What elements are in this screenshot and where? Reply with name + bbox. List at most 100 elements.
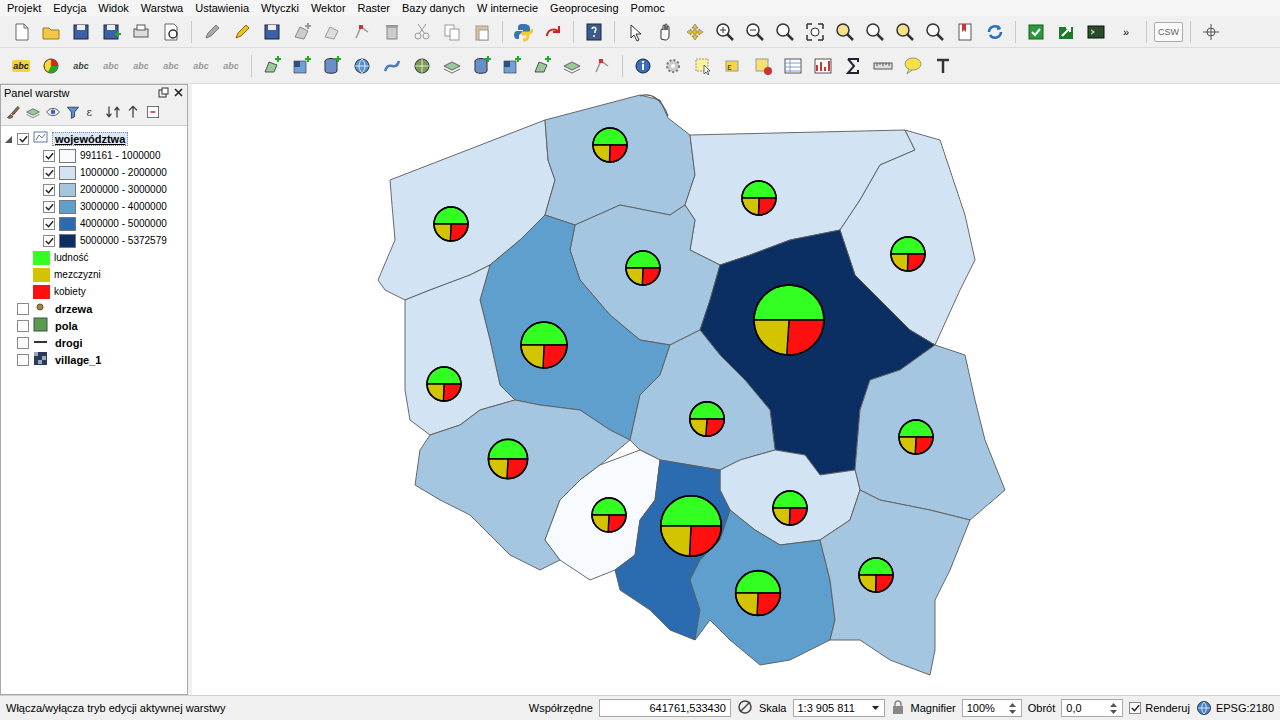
map-tips-button[interactable] bbox=[900, 53, 926, 79]
composer-manager-button[interactable] bbox=[158, 19, 184, 45]
new-scratch-button[interactable] bbox=[559, 53, 585, 79]
legend-row[interactable]: 4000000 - 5000000 bbox=[3, 215, 185, 232]
layer-name[interactable]: village_1 bbox=[52, 353, 104, 367]
menu-item[interactable]: Raster bbox=[352, 1, 396, 15]
add-feature-button[interactable] bbox=[289, 19, 315, 45]
legend-row[interactable]: 991161 - 1000000 bbox=[3, 147, 185, 164]
paste-features-button[interactable] bbox=[469, 19, 495, 45]
text-annotation-button[interactable] bbox=[930, 53, 956, 79]
zoom-in-button[interactable] bbox=[712, 19, 738, 45]
voivodeship[interactable] bbox=[820, 490, 970, 675]
add-spatialite-button[interactable] bbox=[469, 53, 495, 79]
magnifier-spinbox[interactable]: 100% bbox=[962, 699, 1022, 717]
menu-item[interactable]: Edycja bbox=[47, 1, 92, 15]
render-toggle[interactable]: Renderuj bbox=[1129, 700, 1190, 717]
menu-item[interactable]: Warstwa bbox=[135, 1, 189, 15]
expander[interactable] bbox=[3, 304, 13, 314]
brush-button[interactable] bbox=[5, 104, 21, 122]
expander[interactable] bbox=[3, 338, 13, 348]
menu-item[interactable]: Projekt bbox=[1, 1, 47, 15]
zoom-to-layer-button[interactable] bbox=[832, 19, 858, 45]
menu-item[interactable]: W internecie bbox=[471, 1, 544, 15]
legend-row[interactable]: 3000000 - 4000000 bbox=[3, 198, 185, 215]
current-edits-button[interactable] bbox=[229, 19, 255, 45]
copy-features-button[interactable] bbox=[439, 19, 465, 45]
zoom-full-button[interactable] bbox=[802, 19, 828, 45]
rotation-spinbox[interactable]: 0,0 bbox=[1061, 699, 1123, 717]
menu-item[interactable]: Geoprocesing bbox=[544, 1, 625, 15]
new-composer-button[interactable] bbox=[128, 19, 154, 45]
float-button[interactable] bbox=[158, 87, 169, 100]
legend-row[interactable]: 5000000 - 5372579 bbox=[3, 232, 185, 249]
pan-to-selection-button[interactable] bbox=[682, 19, 708, 45]
layer-name[interactable]: województwa bbox=[52, 132, 128, 146]
checkbox[interactable] bbox=[43, 167, 55, 179]
label-tool-button[interactable]: abc bbox=[68, 53, 94, 79]
save-as-button[interactable] bbox=[98, 19, 124, 45]
voivodeship[interactable] bbox=[630, 330, 775, 470]
checkbox[interactable] bbox=[1129, 702, 1141, 714]
menu-item[interactable]: Bazy danych bbox=[396, 1, 471, 15]
close-button[interactable] bbox=[173, 87, 184, 100]
field-calculator-button[interactable] bbox=[840, 53, 866, 79]
legend-row[interactable]: 2000000 - 3000000 bbox=[3, 181, 185, 198]
crosshair-button[interactable] bbox=[1198, 19, 1224, 45]
checkbox[interactable] bbox=[43, 201, 55, 213]
csw-button[interactable]: CSW bbox=[1154, 22, 1183, 42]
eye-button[interactable] bbox=[45, 104, 61, 122]
legend-row[interactable]: 1000000 - 2000000 bbox=[3, 164, 185, 181]
expr-button[interactable]: ε bbox=[85, 104, 101, 122]
rm-button[interactable] bbox=[145, 104, 161, 122]
layer-row[interactable]: drzewa bbox=[3, 300, 185, 317]
coords-field[interactable]: 641761,533430 bbox=[599, 699, 731, 717]
add-postgis-button[interactable] bbox=[319, 53, 345, 79]
save-project-button[interactable] bbox=[68, 19, 94, 45]
menu-item[interactable]: Ustawienia bbox=[189, 1, 255, 15]
expander[interactable] bbox=[3, 355, 13, 365]
statistics-button[interactable] bbox=[810, 53, 836, 79]
up-button[interactable] bbox=[125, 104, 141, 122]
new-shapefile-button[interactable] bbox=[529, 53, 555, 79]
layer-name[interactable]: drzewa bbox=[52, 302, 95, 316]
label-tool-button[interactable]: abc bbox=[8, 53, 34, 79]
crs-button[interactable]: EPSG:2180 bbox=[1196, 700, 1274, 717]
expander[interactable] bbox=[3, 321, 13, 331]
layer-row[interactable]: village_1 bbox=[3, 351, 185, 368]
node-tool-button[interactable] bbox=[349, 19, 375, 45]
menu-item[interactable]: Wtyczki bbox=[255, 1, 305, 15]
deselect-button[interactable] bbox=[750, 53, 776, 79]
checkbox[interactable] bbox=[17, 133, 29, 145]
help-button[interactable] bbox=[581, 19, 607, 45]
menu-item[interactable]: Pomoc bbox=[625, 1, 671, 15]
new-layer-button[interactable] bbox=[439, 53, 465, 79]
funnel-button[interactable] bbox=[65, 104, 81, 122]
map-canvas[interactable] bbox=[192, 84, 1280, 695]
extents-toggle[interactable] bbox=[737, 699, 753, 717]
plugin-c-button[interactable] bbox=[1083, 19, 1109, 45]
menu-item[interactable]: Widok bbox=[92, 1, 135, 15]
layer-name[interactable]: pola bbox=[52, 319, 81, 333]
zoom-native-button[interactable] bbox=[772, 19, 798, 45]
zoom-next-button[interactable] bbox=[922, 19, 948, 45]
zoom-to-selection-button[interactable] bbox=[862, 19, 888, 45]
layer-name[interactable]: drogi bbox=[52, 336, 86, 350]
add-raster-button[interactable] bbox=[289, 53, 315, 79]
python-console-button[interactable] bbox=[510, 19, 536, 45]
add-wms-button[interactable] bbox=[349, 53, 375, 79]
add-wfs-button[interactable] bbox=[409, 53, 435, 79]
checkbox[interactable] bbox=[43, 150, 55, 162]
zoom-last-button[interactable] bbox=[892, 19, 918, 45]
delete-selected-button[interactable] bbox=[379, 19, 405, 45]
layer-row[interactable]: województwa bbox=[3, 130, 185, 147]
move-feature-button[interactable] bbox=[319, 19, 345, 45]
select-by-expression-button[interactable]: ε bbox=[720, 53, 746, 79]
refresh-button[interactable] bbox=[982, 19, 1008, 45]
toggle-editing-button[interactable] bbox=[199, 19, 225, 45]
pan-map-button[interactable] bbox=[652, 19, 678, 45]
identify-button[interactable] bbox=[630, 53, 656, 79]
add-wcs-button[interactable] bbox=[499, 53, 525, 79]
checkbox[interactable] bbox=[17, 320, 29, 332]
measure-button[interactable] bbox=[870, 53, 896, 79]
plugin-a-button[interactable] bbox=[1023, 19, 1049, 45]
lock-scale[interactable] bbox=[891, 699, 905, 717]
